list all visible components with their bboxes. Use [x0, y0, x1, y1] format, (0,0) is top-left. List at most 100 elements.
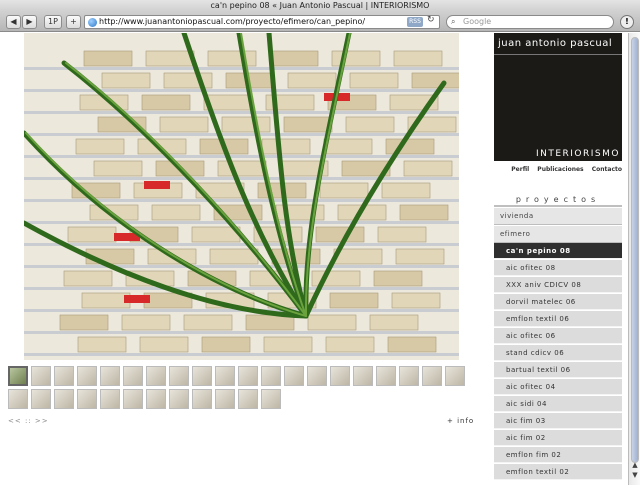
rss-button[interactable]: RSS [407, 17, 423, 27]
slat-panel [75, 138, 125, 155]
vertical-scrollbar[interactable]: ▲ ▼ [628, 33, 640, 485]
slat-panel [381, 182, 431, 199]
gallery-thumbnail[interactable] [445, 366, 465, 386]
gallery-thumbnail[interactable] [169, 389, 189, 409]
gallery-thumbnail[interactable] [330, 366, 350, 386]
gallery-thumbnail[interactable] [261, 389, 281, 409]
gallery-thumbnail[interactable] [54, 389, 74, 409]
gallery-thumbnail[interactable] [261, 366, 281, 386]
slat-panel [101, 72, 151, 89]
slat-panel [387, 336, 437, 353]
gallery-nav[interactable]: << :: >> [8, 417, 49, 425]
slat-panel [83, 50, 133, 67]
gallery-thumbnail[interactable] [100, 389, 120, 409]
project-item[interactable]: XXX aniv CDICV 08 [494, 277, 622, 293]
gallery-thumbnail[interactable] [215, 389, 235, 409]
project-item[interactable]: ca'n pepino 08 [494, 243, 622, 259]
back-button[interactable]: ◀ [6, 15, 21, 29]
gallery-thumbnail[interactable] [54, 366, 74, 386]
gallery-thumbnail[interactable] [123, 366, 143, 386]
address-bar[interactable]: http://www.juanantoniopascual.com/proyec… [84, 15, 440, 29]
slat-panel [395, 248, 445, 265]
metal-rail [24, 133, 459, 136]
slat-panel [145, 50, 195, 67]
nav-publicaciones[interactable]: Publicaciones [537, 166, 583, 173]
project-item[interactable]: aic ofitec 08 [494, 260, 622, 276]
gallery-thumbnail[interactable] [8, 366, 28, 386]
gallery-thumbnail[interactable] [77, 366, 97, 386]
slat-panel [121, 314, 171, 331]
nav-contacto[interactable]: Contacto [592, 166, 622, 173]
slat-panel [393, 50, 443, 67]
category-efimero[interactable]: efimero [494, 226, 622, 243]
info-link[interactable]: + info [447, 417, 474, 425]
slat-panel [319, 182, 369, 199]
add-bookmark-button[interactable]: + [66, 15, 81, 29]
gallery-thumbnail[interactable] [353, 366, 373, 386]
gallery-thumbnail[interactable] [146, 366, 166, 386]
gallery-thumbnail[interactable] [284, 366, 304, 386]
slat-panel [141, 94, 191, 111]
slat-panel [287, 72, 337, 89]
forward-button[interactable]: ▶ [22, 15, 37, 29]
scrollbar-thumb[interactable] [631, 37, 639, 463]
slat-panel [329, 292, 379, 309]
gallery-thumbnail[interactable] [238, 389, 258, 409]
gallery-thumbnail[interactable] [192, 389, 212, 409]
project-item[interactable]: aic ofitec 06 [494, 328, 622, 344]
gallery-thumbnail[interactable] [77, 389, 97, 409]
slat-panel [323, 138, 373, 155]
tabs-button[interactable]: 1P [44, 15, 62, 29]
search-input[interactable]: ⌕ Google [446, 15, 614, 29]
metal-rail [24, 67, 459, 70]
slat-panel [139, 336, 189, 353]
gallery-thumbnail[interactable] [422, 366, 442, 386]
project-item[interactable]: emflon textil 06 [494, 311, 622, 327]
gallery-thumbnail[interactable] [215, 366, 235, 386]
brand-logo[interactable]: juan antonio pascual INTERIORISMO [494, 33, 622, 161]
project-item[interactable]: bartual textil 06 [494, 362, 622, 378]
gallery-thumbnail[interactable] [100, 366, 120, 386]
gallery-thumbnail[interactable] [399, 366, 419, 386]
project-item[interactable]: aic ofitec 04 [494, 379, 622, 395]
slat-panel [201, 336, 251, 353]
slat-panel [81, 292, 131, 309]
gallery-thumbnail[interactable] [376, 366, 396, 386]
project-item[interactable]: dorvil matelec 06 [494, 294, 622, 310]
slat-panel [403, 160, 453, 177]
project-item[interactable]: aic sidi 04 [494, 396, 622, 412]
gallery-thumbnail[interactable] [31, 366, 51, 386]
top-nav: Perfil Publicaciones Contacto [494, 166, 622, 173]
scroll-down-icon[interactable]: ▼ [630, 471, 640, 480]
url-text: http://www.juanantoniopascual.com/proyec… [99, 17, 366, 26]
gallery-thumbnail[interactable] [192, 366, 212, 386]
gallery-thumbnail[interactable] [8, 389, 28, 409]
back-arrow-icon: ◀ [10, 17, 17, 26]
gallery-thumbnail[interactable] [123, 389, 143, 409]
reload-icon[interactable]: ↻ [427, 15, 435, 25]
slat-panel [183, 314, 233, 331]
project-photo[interactable] [24, 33, 459, 360]
slat-panel [307, 314, 357, 331]
project-item[interactable]: aic fim 03 [494, 413, 622, 429]
project-item[interactable]: emflon textil 02 [494, 464, 622, 480]
red-accent [124, 295, 150, 303]
project-item[interactable]: aic fim 02 [494, 430, 622, 446]
slat-panel [333, 248, 383, 265]
category-vivienda[interactable]: vivienda [494, 208, 622, 225]
gallery-thumbnail[interactable] [146, 389, 166, 409]
gallery-thumbnail[interactable] [238, 366, 258, 386]
project-item[interactable]: stand cdicv 06 [494, 345, 622, 361]
gallery-thumbnail[interactable] [169, 366, 189, 386]
slat-panel [411, 72, 459, 89]
slat-panel [159, 116, 209, 133]
project-item[interactable]: emflon fim 02 [494, 447, 622, 463]
slat-panel [221, 116, 271, 133]
slat-panel [349, 72, 399, 89]
gallery-thumbnail[interactable] [31, 389, 51, 409]
scroll-up-icon[interactable]: ▲ [630, 461, 640, 470]
gallery-thumbnail[interactable] [307, 366, 327, 386]
project-photo-graphic [24, 33, 459, 360]
activity-icon[interactable]: ! [620, 15, 634, 29]
nav-perfil[interactable]: Perfil [511, 166, 529, 173]
